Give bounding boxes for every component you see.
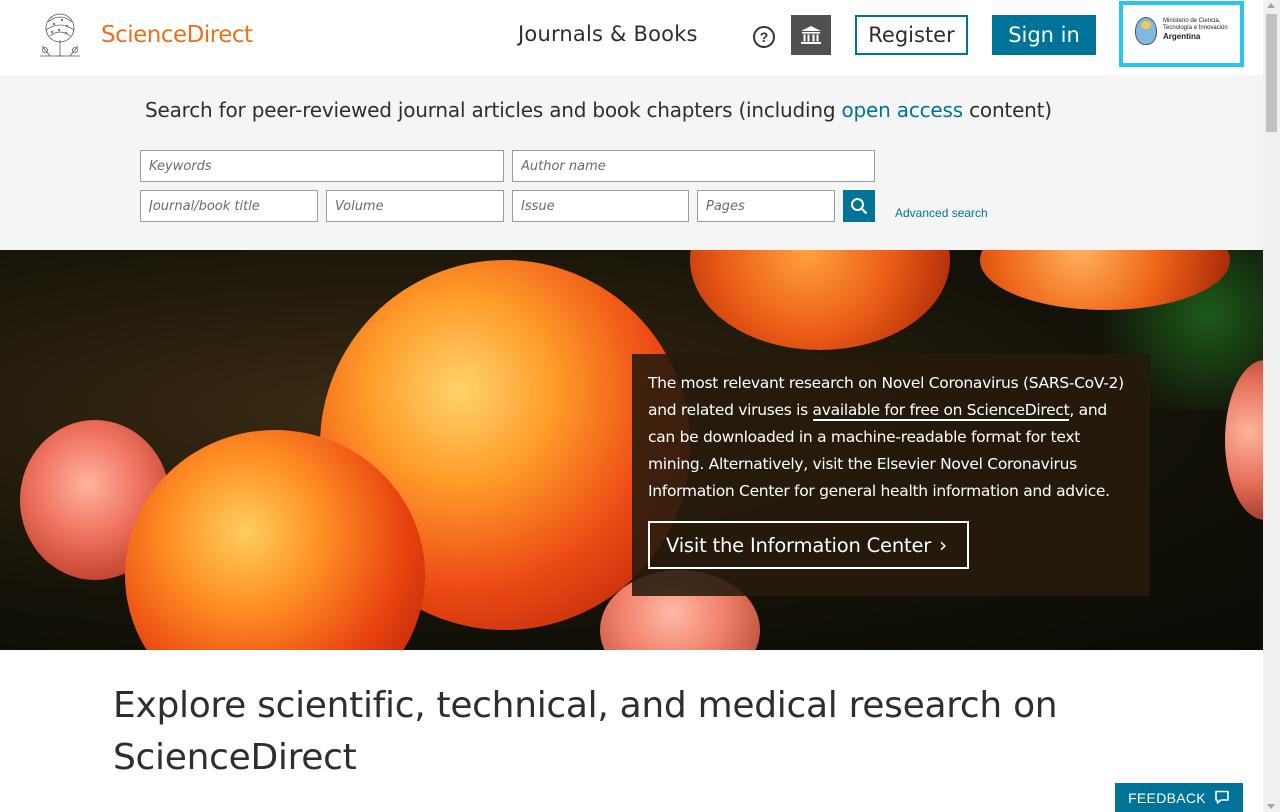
elsevier-tree-logo-icon[interactable] [32,10,88,60]
explore-heading: Explore scientific, technical, and medic… [113,685,1058,778]
volume-input[interactable] [326,190,504,222]
sign-in-button[interactable]: Sign in [992,15,1096,55]
chevron-right-icon: › [939,533,947,557]
register-button[interactable]: Register [855,15,968,55]
author-name-input[interactable] [512,150,875,182]
open-access-link[interactable]: open access [842,98,964,122]
search-button[interactable] [843,190,875,222]
site-header: ScienceDirect Journals & Books ? Registe… [0,0,1263,75]
search-tagline: Search for peer-reviewed journal article… [145,98,1052,122]
institution-logo[interactable]: Ministerio de Ciencia, Tecnología e Inno… [1119,1,1244,67]
issue-input[interactable] [512,190,689,222]
journals-books-link[interactable]: Journals & Books [518,22,698,46]
journal-book-title-input[interactable] [140,190,318,222]
page-scrollbar[interactable] [1263,0,1280,812]
advanced-search-link[interactable]: Advanced search [895,206,988,220]
question-circle-icon[interactable]: ? [753,26,775,48]
argentina-seal-icon [1135,17,1157,45]
institution-logo-text: Ministerio de Ciencia, Tecnología e Inno… [1163,18,1228,41]
coronavirus-hero-banner: The most relevant research on Novel Coro… [0,250,1263,650]
institution-building-icon [801,26,821,44]
institution-button[interactable] [791,15,831,55]
search-panel: Search for peer-reviewed journal article… [0,75,1263,250]
feedback-label: FEEDBACK [1128,789,1206,806]
keywords-input[interactable] [140,150,504,182]
virus-illustration [690,250,950,350]
sciencedirect-brand[interactable]: ScienceDirect [101,22,253,48]
feedback-button[interactable]: FEEDBACK [1115,783,1243,812]
pages-input[interactable] [697,190,835,222]
covid-info-text: The most relevant research on Novel Coro… [648,374,1124,500]
visit-information-center-button[interactable]: Visit the Information Center › [648,521,969,569]
scroll-down-arrow-icon[interactable] [1267,804,1275,809]
covid-info-box: The most relevant research on Novel Coro… [632,354,1150,596]
free-access-link[interactable]: available for free on ScienceDirect [812,401,1070,421]
scrollbar-thumb[interactable] [1266,14,1277,132]
speech-bubble-icon [1215,790,1229,804]
search-icon [851,198,868,215]
scroll-up-arrow-icon[interactable] [1267,3,1275,8]
visit-button-label: Visit the Information Center [666,533,932,557]
